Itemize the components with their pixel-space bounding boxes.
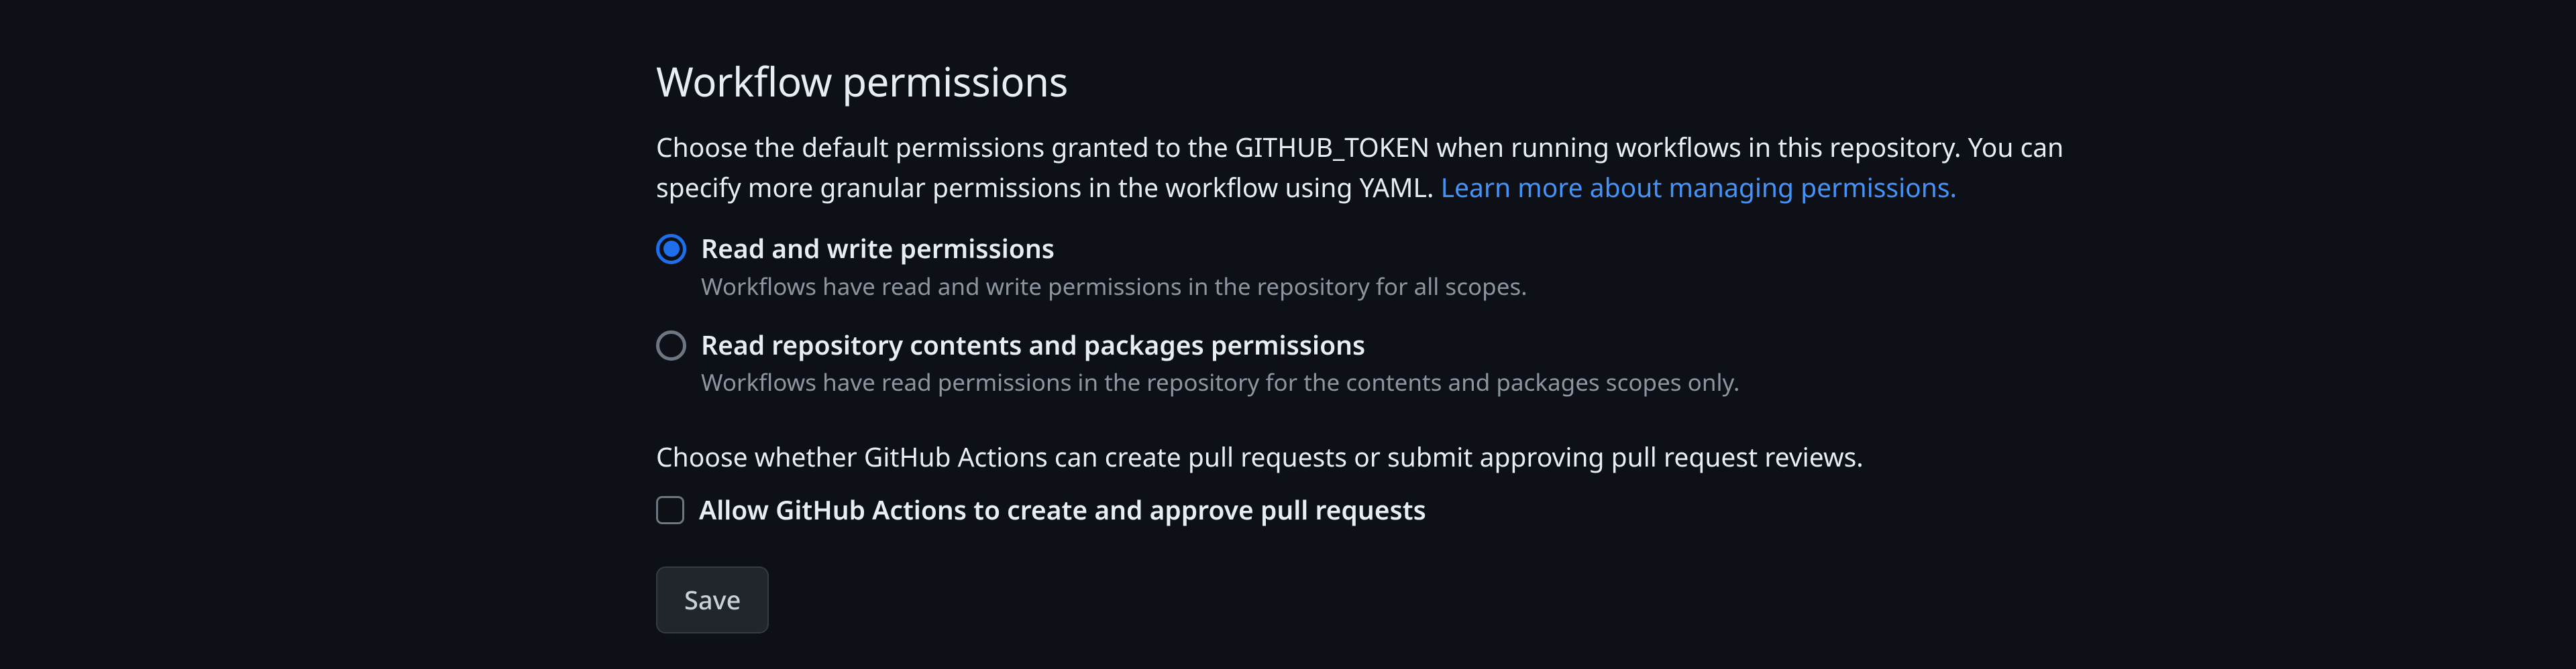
- radio-desc: Workflows have read permissions in the r…: [701, 366, 1739, 399]
- radio-title: Read repository contents and packages pe…: [701, 328, 1739, 363]
- checkbox-label: Allow GitHub Actions to create and appro…: [699, 492, 1426, 528]
- checkbox-input-pr[interactable]: [656, 496, 684, 524]
- radio-option-read-write[interactable]: Read and write permissions Workflows hav…: [656, 232, 2179, 303]
- radio-desc: Workflows have read and write permission…: [701, 270, 1527, 303]
- radio-option-read-only[interactable]: Read repository contents and packages pe…: [656, 328, 2179, 400]
- radio-label-group: Read and write permissions Workflows hav…: [701, 232, 1527, 303]
- workflow-permissions-section: Workflow permissions Choose the default …: [656, 54, 2179, 633]
- learn-more-link[interactable]: Learn more about managing permissions.: [1441, 170, 1957, 205]
- checkbox-intro: Choose whether GitHub Actions can create…: [656, 439, 2179, 475]
- save-button[interactable]: Save: [656, 566, 769, 633]
- radio-label-group: Read repository contents and packages pe…: [701, 328, 1739, 400]
- radio-input-read-write[interactable]: [656, 234, 686, 264]
- checkbox-option-pr[interactable]: Allow GitHub Actions to create and appro…: [656, 492, 2179, 528]
- radio-input-read-only[interactable]: [656, 330, 686, 361]
- section-heading: Workflow permissions: [656, 54, 2179, 109]
- radio-title: Read and write permissions: [701, 232, 1527, 266]
- intro-paragraph: Choose the default permissions granted t…: [656, 127, 2132, 208]
